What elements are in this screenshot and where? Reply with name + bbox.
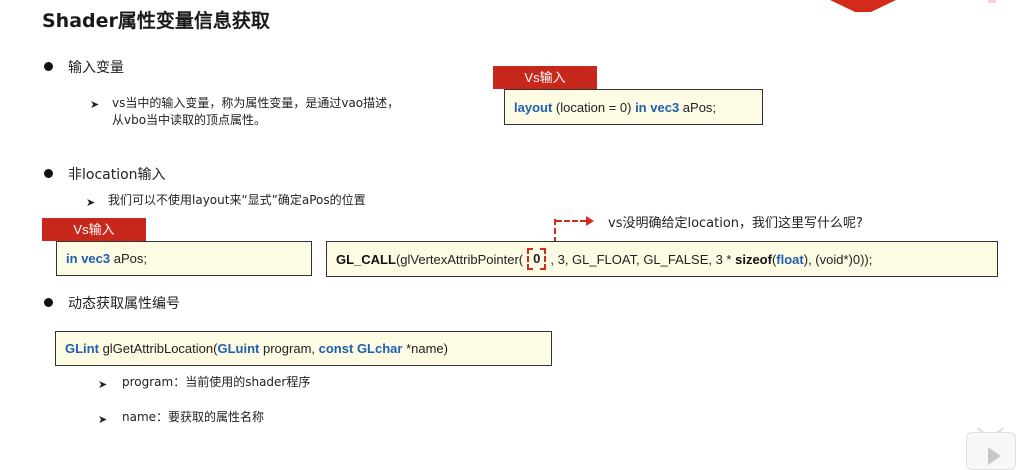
code-text: glGetAttribLocation(	[102, 341, 218, 356]
code-keyword: sizeof	[735, 251, 772, 267]
layout-code-box: layout (location = 0) in vec3 aPos;	[504, 89, 763, 125]
callout-question: vs没明确给定location，我们这里写什么呢?	[608, 216, 863, 231]
sub-bullet-arrow-icon: ➤	[98, 413, 108, 426]
code-macro: GL_CALL	[336, 251, 396, 267]
sub-bullet-arrow-icon: ➤	[98, 378, 108, 391]
bullet-icon	[44, 169, 53, 178]
code-text: aPos;	[682, 99, 717, 115]
callout-connector	[556, 220, 586, 222]
corner-decoration	[830, 0, 896, 12]
sub-bullet-arrow-icon: ➤	[90, 98, 100, 111]
vs-input-tag: Vs输入	[493, 66, 597, 89]
code-keyword: const	[318, 341, 354, 356]
param-program: program：当前使用的shader程序	[122, 375, 311, 389]
bullet-icon	[44, 62, 53, 71]
sub-bullet-arrow-icon: ➤	[86, 196, 96, 209]
code-keyword: in	[635, 99, 647, 115]
callout-arrow-icon	[586, 216, 594, 226]
corner-decoration-dot	[988, 0, 996, 3]
code-keyword: GLint	[65, 341, 99, 356]
code-keyword: layout	[514, 99, 553, 115]
code-keyword: GLuint	[217, 341, 260, 356]
in-vec3-code-box: in vec3 aPos;	[56, 241, 312, 276]
code-keyword: vec3	[81, 251, 111, 266]
highlighted-index: 0	[527, 248, 547, 270]
code-keyword: float	[776, 251, 804, 267]
section-heading-dynamic: 动态获取属性编号	[68, 296, 180, 312]
play-icon	[988, 447, 1001, 465]
code-text: aPos;	[113, 251, 147, 266]
section-heading-non-location: 非location输入	[68, 167, 166, 183]
code-keyword: GLchar	[356, 341, 403, 356]
code-text: *name)	[406, 341, 448, 356]
input-vars-desc-line1: vs当中的输入变量，称为属性变量，是通过vao描述，	[112, 96, 400, 110]
page-title: Shader属性变量信息获取	[42, 10, 270, 32]
bullet-icon	[44, 298, 53, 307]
code-keyword: in	[66, 251, 78, 266]
input-vars-desc-line2: 从vbo当中读取的顶点属性。	[112, 113, 267, 127]
non-location-desc: 我们可以不使用layout来“显式”确定aPos的位置	[108, 193, 366, 207]
code-text: ), (void*)0));	[803, 251, 873, 267]
code-text: , 3, GL_FLOAT, GL_FALSE, 3 *	[550, 251, 732, 267]
code-text: program,	[262, 341, 316, 356]
callout-connector	[554, 219, 556, 243]
code-text: (location = 0)	[555, 99, 632, 115]
vs-input-tag: Vs输入	[42, 218, 146, 241]
gl-call-code-box: GL_CALL (glVertexAttribPointer(0, 3, GL_F…	[326, 241, 998, 277]
code-text: (glVertexAttribPointer(	[395, 251, 524, 267]
signature-code-box: GLint glGetAttribLocation(GLuint program…	[55, 331, 552, 366]
param-name: name：要获取的属性名称	[122, 410, 265, 424]
section-heading-input-vars: 输入变量	[68, 60, 124, 76]
code-keyword: vec3	[650, 99, 680, 115]
